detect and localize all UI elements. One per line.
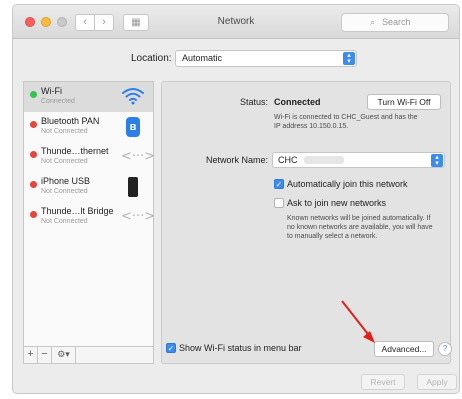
network-name-label: Network Name: bbox=[205, 155, 268, 165]
thunderbolt-icon: <···> bbox=[121, 149, 156, 164]
ask-note-line-2: no known networks are available, you wil… bbox=[287, 224, 433, 231]
network-name-value: CHC bbox=[278, 155, 298, 165]
network-preferences-window: ‹ › ▦ Network ⌕ Search Location: Automat… bbox=[12, 4, 460, 394]
service-name: Thunde…thernet bbox=[41, 146, 109, 156]
ask-note-line-3: to manually select a network. bbox=[287, 233, 378, 240]
minimize-window-button[interactable] bbox=[41, 17, 51, 27]
service-list-toolbar: + − ⚙▾ bbox=[23, 347, 154, 364]
service-name: iPhone USB bbox=[41, 176, 91, 186]
redacted-ssid bbox=[303, 156, 344, 164]
remove-service-button[interactable]: − bbox=[38, 347, 52, 363]
zoom-window-button[interactable] bbox=[57, 17, 67, 27]
title-bar: ‹ › ▦ Network ⌕ Search bbox=[13, 5, 459, 39]
status-dot bbox=[30, 181, 37, 188]
service-name: Wi-Fi bbox=[41, 86, 62, 96]
location-select[interactable]: Automatic ▴ ▾ bbox=[175, 50, 357, 67]
location-label: Location: bbox=[131, 53, 172, 64]
grid-icon: ▦ bbox=[131, 17, 141, 28]
search-field[interactable]: ⌕ Search bbox=[341, 13, 449, 32]
service-list: Wi-Fi Connected Bluetooth PAN Not Connec… bbox=[23, 81, 156, 347]
service-status: Not Connected bbox=[41, 188, 88, 195]
status-label: Status: bbox=[239, 97, 268, 107]
service-name: Thunde…lt Bridge bbox=[41, 206, 114, 216]
service-item-wifi[interactable]: Wi-Fi Connected bbox=[24, 82, 153, 112]
ask-join-checkbox[interactable] bbox=[274, 198, 284, 208]
service-status: Connected bbox=[41, 98, 75, 105]
ask-join-label: Ask to join new networks bbox=[287, 198, 387, 208]
service-item-iphone-usb[interactable]: iPhone USB Not Connected bbox=[24, 172, 153, 202]
status-dot bbox=[30, 121, 37, 128]
gear-icon[interactable]: ⚙▾ bbox=[52, 347, 76, 363]
add-service-button[interactable]: + bbox=[24, 347, 38, 363]
turn-wifi-off-button[interactable]: Turn Wi-Fi Off bbox=[367, 94, 441, 110]
network-name-select[interactable]: CHC ▴ ▾ bbox=[272, 152, 445, 168]
status-value: Connected bbox=[274, 97, 321, 107]
advanced-button[interactable]: Advanced... bbox=[374, 341, 434, 357]
service-item-bluetooth-pan[interactable]: Bluetooth PAN Not Connected ʙ bbox=[24, 112, 153, 142]
show-wifi-status-checkbox[interactable]: ✓ bbox=[166, 343, 176, 353]
show-all-button[interactable]: ▦ bbox=[123, 14, 149, 31]
search-icon: ⌕ bbox=[370, 17, 376, 27]
thunderbolt-bridge-icon: <···> bbox=[121, 209, 156, 224]
close-window-button[interactable] bbox=[25, 17, 35, 27]
chevron-right-icon: › bbox=[102, 16, 106, 28]
help-button[interactable]: ? bbox=[438, 342, 452, 356]
service-item-thunderbolt-ethernet[interactable]: Thunde…thernet Not Connected <···> bbox=[24, 142, 156, 172]
service-status: Not Connected bbox=[41, 158, 88, 165]
forward-button[interactable]: › bbox=[94, 14, 114, 31]
search-placeholder: Search bbox=[382, 17, 411, 27]
revert-button[interactable]: Revert bbox=[361, 374, 405, 390]
wifi-icon bbox=[121, 86, 145, 108]
show-wifi-status-label: Show Wi-Fi status in menu bar bbox=[179, 343, 302, 353]
ask-note-line-1: Known networks will be joined automatica… bbox=[287, 215, 431, 222]
service-status: Not Connected bbox=[41, 128, 88, 135]
service-status: Not Connected bbox=[41, 218, 88, 225]
iphone-icon bbox=[121, 176, 145, 198]
auto-join-checkbox[interactable]: ✓ bbox=[274, 179, 284, 189]
apply-button[interactable]: Apply bbox=[417, 374, 457, 390]
chevron-left-icon: ‹ bbox=[83, 16, 87, 28]
chevron-updown-icon: ▴ ▾ bbox=[343, 52, 355, 65]
status-note-line-1: Wi-Fi is connected to CHC_Guest and has … bbox=[274, 114, 418, 121]
service-name: Bluetooth PAN bbox=[41, 116, 100, 126]
status-dot bbox=[30, 91, 37, 98]
service-item-thunderbolt-bridge[interactable]: Thunde…lt Bridge Not Connected <···> bbox=[24, 202, 156, 232]
bluetooth-icon: ʙ bbox=[121, 116, 145, 138]
status-dot bbox=[30, 211, 37, 218]
auto-join-label: Automatically join this network bbox=[287, 179, 408, 189]
status-dot bbox=[30, 151, 37, 158]
back-button[interactable]: ‹ bbox=[75, 14, 95, 31]
chevron-updown-icon: ▴ ▾ bbox=[431, 154, 443, 167]
status-note-line-2: IP address 10.150.0.15. bbox=[274, 123, 349, 130]
detail-pane: Status: Connected Turn Wi-Fi Off Wi-Fi i… bbox=[161, 81, 452, 364]
location-value: Automatic bbox=[182, 53, 223, 63]
